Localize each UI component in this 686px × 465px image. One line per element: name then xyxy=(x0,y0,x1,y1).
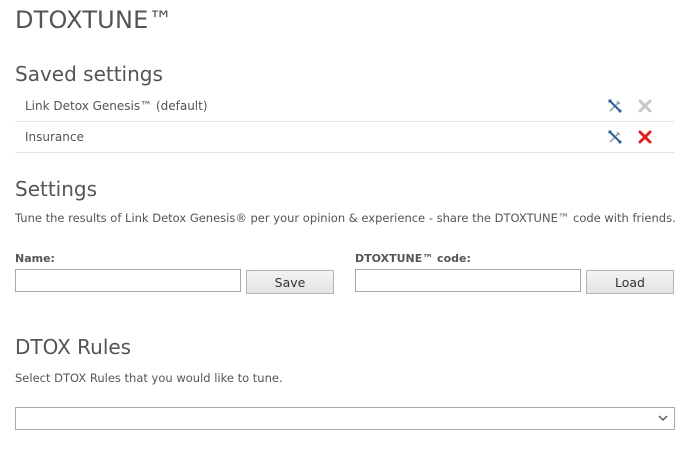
rules-description: Select DTOX Rules that you would like to… xyxy=(15,371,283,385)
delete-icon xyxy=(636,97,654,115)
name-input[interactable] xyxy=(15,269,241,292)
page-title: DTOXTUNE™ xyxy=(15,6,173,34)
load-button[interactable]: Load xyxy=(586,270,674,294)
delete-icon[interactable] xyxy=(636,128,654,146)
settings-heading: Settings xyxy=(15,177,98,201)
rules-select[interactable] xyxy=(15,407,675,430)
tools-icon[interactable] xyxy=(606,128,624,146)
saved-setting-label: Link Detox Genesis™ (default) xyxy=(25,99,208,113)
rules-heading: DTOX Rules xyxy=(15,335,132,359)
settings-description: Tune the results of Link Detox Genesis® … xyxy=(15,211,676,225)
list-item: Insurance xyxy=(15,122,674,153)
tools-icon[interactable] xyxy=(606,97,624,115)
save-button[interactable]: Save xyxy=(246,270,334,294)
code-input[interactable] xyxy=(355,269,581,292)
code-label: DTOXTUNE™ code: xyxy=(355,252,471,265)
name-label: Name: xyxy=(15,252,55,265)
saved-setting-label: Insurance xyxy=(25,130,84,144)
saved-settings-heading: Saved settings xyxy=(15,62,163,86)
chevron-down-icon xyxy=(658,415,668,421)
list-item: Link Detox Genesis™ (default) xyxy=(15,91,674,122)
saved-settings-list: Link Detox Genesis™ (default) Insurance xyxy=(15,91,674,153)
